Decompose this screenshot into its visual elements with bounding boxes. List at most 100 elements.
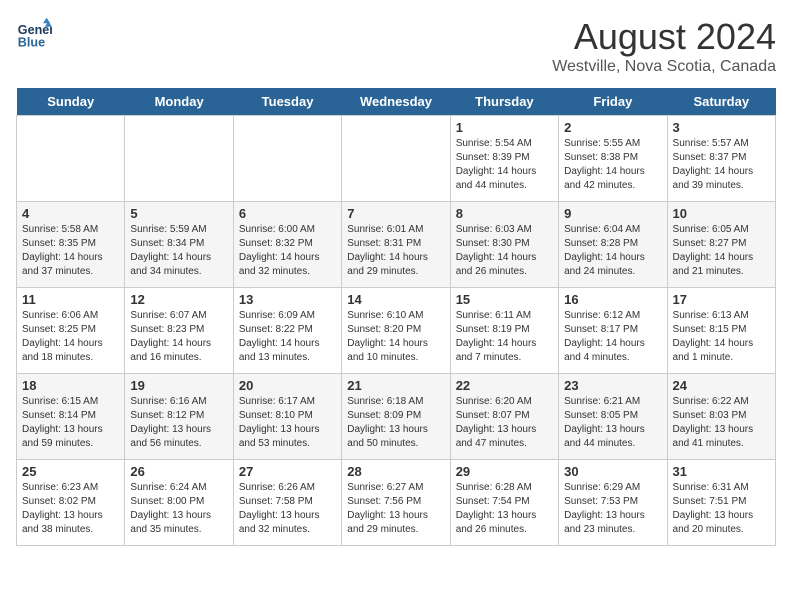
header-sunday: Sunday xyxy=(17,88,125,116)
day-number: 29 xyxy=(456,464,553,479)
day-number: 20 xyxy=(239,378,336,393)
day-info: Sunrise: 5:57 AM Sunset: 8:37 PM Dayligh… xyxy=(673,137,770,193)
day-number: 9 xyxy=(564,206,661,221)
day-number: 5 xyxy=(130,206,227,221)
day-number: 11 xyxy=(22,292,119,307)
day-number: 2 xyxy=(564,120,661,135)
day-number: 27 xyxy=(239,464,336,479)
day-number: 30 xyxy=(564,464,661,479)
calendar-cell: 5 Sunrise: 5:59 AM Sunset: 8:34 PM Daylig… xyxy=(125,202,233,288)
day-info: Sunrise: 6:29 AM Sunset: 7:53 PM Dayligh… xyxy=(564,481,661,537)
day-number: 28 xyxy=(347,464,444,479)
day-number: 7 xyxy=(347,206,444,221)
day-number: 24 xyxy=(673,378,770,393)
calendar-cell: 7 Sunrise: 6:01 AM Sunset: 8:31 PM Daylig… xyxy=(342,202,450,288)
week-row-1: 1 Sunrise: 5:54 AM Sunset: 8:39 PM Daylig… xyxy=(17,116,776,202)
day-number: 8 xyxy=(456,206,553,221)
day-info: Sunrise: 6:22 AM Sunset: 8:03 PM Dayligh… xyxy=(673,395,770,451)
header-tuesday: Tuesday xyxy=(233,88,341,116)
day-number: 13 xyxy=(239,292,336,307)
day-info: Sunrise: 6:23 AM Sunset: 8:02 PM Dayligh… xyxy=(22,481,119,537)
svg-text:Blue: Blue xyxy=(18,36,45,50)
day-info: Sunrise: 6:09 AM Sunset: 8:22 PM Dayligh… xyxy=(239,309,336,365)
calendar-cell xyxy=(17,116,125,202)
day-number: 26 xyxy=(130,464,227,479)
day-info: Sunrise: 6:20 AM Sunset: 8:07 PM Dayligh… xyxy=(456,395,553,451)
calendar-cell: 26 Sunrise: 6:24 AM Sunset: 8:00 PM Dayli… xyxy=(125,460,233,546)
day-number: 17 xyxy=(673,292,770,307)
calendar-cell xyxy=(125,116,233,202)
day-info: Sunrise: 5:58 AM Sunset: 8:35 PM Dayligh… xyxy=(22,223,119,279)
day-number: 18 xyxy=(22,378,119,393)
day-number: 6 xyxy=(239,206,336,221)
day-info: Sunrise: 6:24 AM Sunset: 8:00 PM Dayligh… xyxy=(130,481,227,537)
calendar-cell: 14Sunrise: 6:10 AM Sunset: 8:20 PM Dayli… xyxy=(342,288,450,374)
header: General Blue August 2024 Westville, Nova… xyxy=(16,16,776,76)
day-info: Sunrise: 5:59 AM Sunset: 8:34 PM Dayligh… xyxy=(130,223,227,279)
calendar-cell xyxy=(342,116,450,202)
calendar-cell: 15 Sunrise: 6:11 AM Sunset: 8:19 PM Dayli… xyxy=(450,288,558,374)
logo-icon: General Blue xyxy=(16,16,52,52)
day-info: Sunrise: 6:03 AM Sunset: 8:30 PM Dayligh… xyxy=(456,223,553,279)
day-info: Sunrise: 5:54 AM Sunset: 8:39 PM Dayligh… xyxy=(456,137,553,193)
header-saturday: Saturday xyxy=(667,88,775,116)
calendar-table: SundayMondayTuesdayWednesdayThursdayFrid… xyxy=(16,88,776,546)
day-info: Sunrise: 6:15 AM Sunset: 8:14 PM Dayligh… xyxy=(22,395,119,451)
day-number: 21 xyxy=(347,378,444,393)
week-row-2: 4 Sunrise: 5:58 AM Sunset: 8:35 PM Daylig… xyxy=(17,202,776,288)
day-info: Sunrise: 6:18 AM Sunset: 8:09 PM Dayligh… xyxy=(347,395,444,451)
day-number: 10 xyxy=(673,206,770,221)
calendar-cell: 19 Sunrise: 6:16 AM Sunset: 8:12 PM Dayli… xyxy=(125,374,233,460)
header-monday: Monday xyxy=(125,88,233,116)
week-row-4: 18 Sunrise: 6:15 AM Sunset: 8:14 PM Dayli… xyxy=(17,374,776,460)
day-info: Sunrise: 6:11 AM Sunset: 8:19 PM Dayligh… xyxy=(456,309,553,365)
day-info: Sunrise: 6:12 AM Sunset: 8:17 PM Dayligh… xyxy=(564,309,661,365)
day-number: 25 xyxy=(22,464,119,479)
subtitle: Westville, Nova Scotia, Canada xyxy=(552,58,776,76)
calendar-cell: 12 Sunrise: 6:07 AM Sunset: 8:23 PM Dayli… xyxy=(125,288,233,374)
day-number: 1 xyxy=(456,120,553,135)
calendar-cell: 28Sunrise: 6:27 AM Sunset: 7:56 PM Dayli… xyxy=(342,460,450,546)
calendar-header: SundayMondayTuesdayWednesdayThursdayFrid… xyxy=(17,88,776,116)
calendar-cell: 31 Sunrise: 6:31 AM Sunset: 7:51 PM Dayli… xyxy=(667,460,775,546)
header-thursday: Thursday xyxy=(450,88,558,116)
day-info: Sunrise: 6:07 AM Sunset: 8:23 PM Dayligh… xyxy=(130,309,227,365)
calendar-cell: 30 Sunrise: 6:29 AM Sunset: 7:53 PM Dayli… xyxy=(559,460,667,546)
day-info: Sunrise: 6:06 AM Sunset: 8:25 PM Dayligh… xyxy=(22,309,119,365)
calendar-cell: 8 Sunrise: 6:03 AM Sunset: 8:30 PM Daylig… xyxy=(450,202,558,288)
day-info: Sunrise: 6:26 AM Sunset: 7:58 PM Dayligh… xyxy=(239,481,336,537)
calendar-cell: 23Sunrise: 6:21 AM Sunset: 8:05 PM Dayli… xyxy=(559,374,667,460)
title-area: August 2024 Westville, Nova Scotia, Cana… xyxy=(552,16,776,76)
calendar-cell: 27 Sunrise: 6:26 AM Sunset: 7:58 PM Dayli… xyxy=(233,460,341,546)
day-number: 31 xyxy=(673,464,770,479)
calendar-cell: 10 Sunrise: 6:05 AM Sunset: 8:27 PM Dayli… xyxy=(667,202,775,288)
main-title: August 2024 xyxy=(552,16,776,58)
day-info: Sunrise: 6:31 AM Sunset: 7:51 PM Dayligh… xyxy=(673,481,770,537)
day-number: 19 xyxy=(130,378,227,393)
calendar-cell: 2 Sunrise: 5:55 AM Sunset: 8:38 PM Daylig… xyxy=(559,116,667,202)
calendar-cell: 4 Sunrise: 5:58 AM Sunset: 8:35 PM Daylig… xyxy=(17,202,125,288)
day-info: Sunrise: 6:28 AM Sunset: 7:54 PM Dayligh… xyxy=(456,481,553,537)
calendar-cell: 29 Sunrise: 6:28 AM Sunset: 7:54 PM Dayli… xyxy=(450,460,558,546)
day-number: 12 xyxy=(130,292,227,307)
calendar-cell: 24 Sunrise: 6:22 AM Sunset: 8:03 PM Dayli… xyxy=(667,374,775,460)
calendar-cell: 17 Sunrise: 6:13 AM Sunset: 8:15 PM Dayli… xyxy=(667,288,775,374)
calendar-cell: 20Sunrise: 6:17 AM Sunset: 8:10 PM Dayli… xyxy=(233,374,341,460)
day-number: 16 xyxy=(564,292,661,307)
day-info: Sunrise: 6:01 AM Sunset: 8:31 PM Dayligh… xyxy=(347,223,444,279)
week-row-5: 25 Sunrise: 6:23 AM Sunset: 8:02 PM Dayli… xyxy=(17,460,776,546)
calendar-cell: 6Sunrise: 6:00 AM Sunset: 8:32 PM Daylig… xyxy=(233,202,341,288)
calendar-cell: 3 Sunrise: 5:57 AM Sunset: 8:37 PM Daylig… xyxy=(667,116,775,202)
day-number: 3 xyxy=(673,120,770,135)
day-number: 4 xyxy=(22,206,119,221)
logo: General Blue xyxy=(16,16,52,52)
calendar-cell: 13 Sunrise: 6:09 AM Sunset: 8:22 PM Dayli… xyxy=(233,288,341,374)
day-info: Sunrise: 6:05 AM Sunset: 8:27 PM Dayligh… xyxy=(673,223,770,279)
day-number: 22 xyxy=(456,378,553,393)
day-number: 15 xyxy=(456,292,553,307)
day-info: Sunrise: 6:13 AM Sunset: 8:15 PM Dayligh… xyxy=(673,309,770,365)
day-info: Sunrise: 6:16 AM Sunset: 8:12 PM Dayligh… xyxy=(130,395,227,451)
day-info: Sunrise: 5:55 AM Sunset: 8:38 PM Dayligh… xyxy=(564,137,661,193)
header-friday: Friday xyxy=(559,88,667,116)
day-info: Sunrise: 6:04 AM Sunset: 8:28 PM Dayligh… xyxy=(564,223,661,279)
